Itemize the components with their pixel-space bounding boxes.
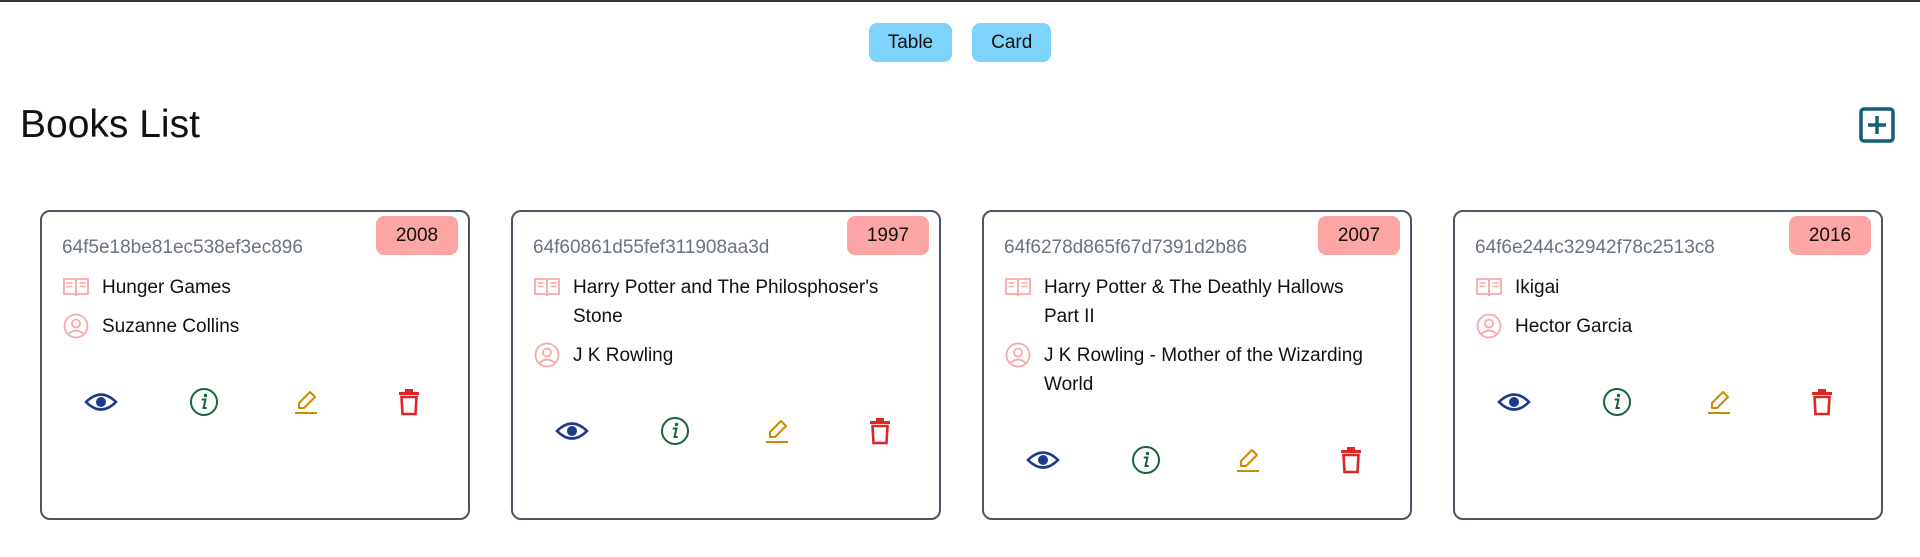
page-title: Books List	[20, 103, 200, 146]
book-card: 2016 64f6e244c32942f78c2513c8 Ikigai Hec…	[1453, 210, 1883, 520]
user-circle-icon	[62, 312, 90, 340]
book-author-row: Suzanne Collins	[62, 312, 448, 341]
eye-icon	[1026, 451, 1060, 469]
info-button[interactable]	[187, 385, 221, 419]
book-title: Ikigai	[1515, 277, 1560, 298]
user-circle-icon	[533, 341, 561, 369]
book-title-row: Hunger Games	[62, 273, 448, 302]
view-button[interactable]	[555, 414, 589, 448]
book-author: J K Rowling	[573, 345, 674, 366]
book-title-row: Harry Potter & The Deathly Hallows Part …	[1004, 273, 1390, 331]
book-author: Suzanne Collins	[102, 316, 240, 337]
trash-icon	[1340, 447, 1361, 474]
pencil-icon	[766, 420, 789, 443]
book-author-row: Hector Garcia	[1475, 312, 1861, 341]
delete-button[interactable]	[1334, 443, 1368, 477]
eye-icon	[555, 422, 589, 440]
pencil-icon	[1708, 391, 1731, 414]
delete-button[interactable]	[392, 385, 426, 419]
edit-button[interactable]	[760, 414, 794, 448]
book-author: J K Rowling - Mother of the Wizarding Wo…	[1044, 345, 1363, 395]
info-circle-icon	[1131, 446, 1160, 474]
book-title: Harry Potter and The Philosphoser's Ston…	[573, 277, 879, 327]
open-book-icon	[62, 273, 90, 301]
info-button[interactable]	[1129, 443, 1163, 477]
user-circle-icon	[1004, 341, 1032, 369]
open-book-icon	[1004, 273, 1032, 301]
view-button[interactable]	[84, 385, 118, 419]
edit-button[interactable]	[1702, 385, 1736, 419]
card-view-button[interactable]: Card	[972, 23, 1052, 62]
info-button[interactable]	[1600, 385, 1634, 419]
book-author-row: J K Rowling - Mother of the Wizarding Wo…	[1004, 341, 1390, 399]
view-button[interactable]	[1497, 385, 1531, 419]
book-author-row: J K Rowling	[533, 341, 919, 370]
card-actions	[62, 385, 448, 419]
info-circle-icon	[1602, 388, 1631, 416]
view-toggle-bar: Table Card	[0, 23, 1920, 62]
info-circle-icon	[189, 388, 218, 416]
eye-icon	[1497, 393, 1531, 411]
year-badge: 1997	[847, 216, 929, 255]
year-badge: 2007	[1318, 216, 1400, 255]
year-badge: 2008	[376, 216, 458, 255]
open-book-icon	[1475, 273, 1503, 301]
year-badge: 2016	[1789, 216, 1871, 255]
card-actions	[1475, 385, 1861, 419]
book-card: 1997 64f60861d55fef311908aa3d Harry Pott…	[511, 210, 941, 520]
trash-icon	[398, 389, 419, 416]
books-card-grid: 2008 64f5e18be81ec538ef3ec896 Hunger Gam…	[40, 210, 1883, 520]
edit-button[interactable]	[289, 385, 323, 419]
book-title: Harry Potter & The Deathly Hallows Part …	[1044, 277, 1344, 327]
book-card: 2007 64f6278d865f67d7391d2b86 Harry Pott…	[982, 210, 1412, 520]
book-card: 2008 64f5e18be81ec538ef3ec896 Hunger Gam…	[40, 210, 470, 520]
view-button[interactable]	[1026, 443, 1060, 477]
pencil-icon	[295, 391, 318, 414]
card-actions	[533, 414, 919, 448]
table-view-button[interactable]: Table	[868, 23, 953, 62]
eye-icon	[84, 393, 118, 411]
book-author: Hector Garcia	[1515, 316, 1633, 337]
delete-button[interactable]	[1805, 385, 1839, 419]
delete-button[interactable]	[863, 414, 897, 448]
trash-icon	[1811, 389, 1832, 416]
add-book-button[interactable]	[1859, 107, 1895, 143]
edit-button[interactable]	[1231, 443, 1265, 477]
book-title: Hunger Games	[102, 277, 231, 298]
pencil-icon	[1237, 449, 1260, 472]
book-title-row: Ikigai	[1475, 273, 1861, 302]
info-circle-icon	[660, 417, 689, 445]
book-title-row: Harry Potter and The Philosphoser's Ston…	[533, 273, 919, 331]
open-book-icon	[533, 273, 561, 301]
plus-square-icon	[1859, 107, 1895, 143]
trash-icon	[869, 418, 890, 445]
user-circle-icon	[1475, 312, 1503, 340]
info-button[interactable]	[658, 414, 692, 448]
card-actions	[1004, 443, 1390, 477]
